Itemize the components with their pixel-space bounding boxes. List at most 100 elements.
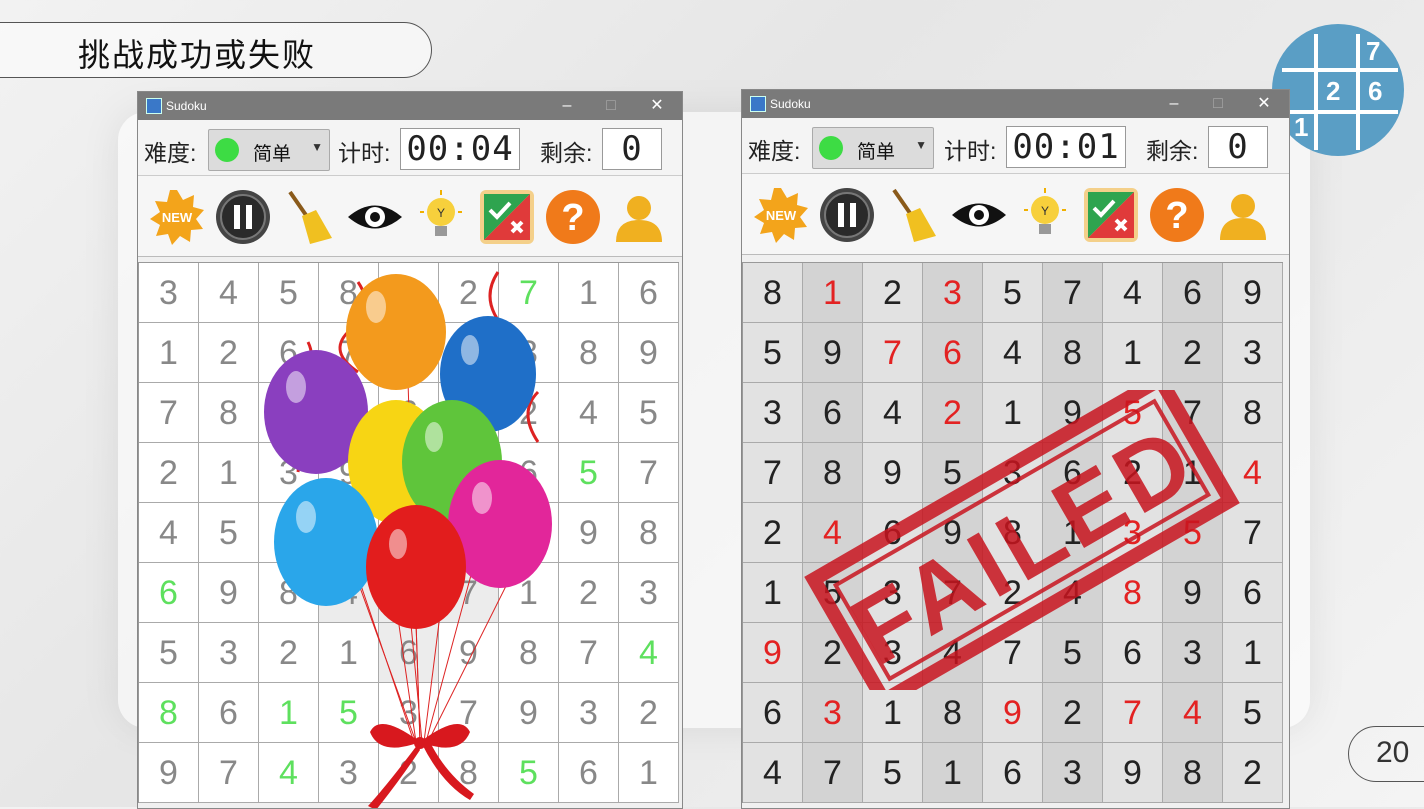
sudoku-cell[interactable]: 5 [983,263,1043,323]
sudoku-cell[interactable]: 5 [439,323,499,383]
sudoku-cell[interactable]: 2 [199,323,259,383]
title-bar[interactable]: Sudoku – □ ✕ [138,92,682,120]
sudoku-cell[interactable]: 9 [1103,743,1163,803]
sudoku-cell[interactable]: 4 [1103,263,1163,323]
pause-icon[interactable] [818,186,876,244]
lightbulb-hint-icon[interactable]: Y [412,188,470,246]
sudoku-cell[interactable]: 2 [499,383,559,443]
help-question-icon[interactable]: ? [1148,186,1206,244]
eye-icon[interactable] [346,188,404,246]
sudoku-cell[interactable]: 8 [319,263,379,323]
sudoku-cell[interactable]: 5 [379,563,439,623]
sudoku-cell[interactable]: 3 [983,443,1043,503]
sudoku-cell[interactable]: 5 [923,443,983,503]
minimize-button[interactable]: – [1159,93,1189,115]
sudoku-cell[interactable]: 3 [499,323,559,383]
check-cross-icon[interactable] [1082,186,1140,244]
sudoku-cell[interactable]: 3 [139,263,199,323]
sudoku-cell[interactable]: 2 [863,263,923,323]
sudoku-cell[interactable]: 6 [139,563,199,623]
eye-icon[interactable] [950,186,1008,244]
sudoku-cell[interactable]: 4 [1043,563,1103,623]
sudoku-cell[interactable]: 4 [983,323,1043,383]
sudoku-cell[interactable]: 1 [803,263,863,323]
sudoku-cell[interactable]: 2 [379,743,439,803]
sudoku-cell[interactable]: 5 [619,383,679,443]
sudoku-cell[interactable]: 1 [139,323,199,383]
sudoku-cell[interactable]: 4 [863,383,923,443]
sudoku-cell[interactable]: 9 [743,623,803,683]
sudoku-cell[interactable]: 5 [1103,383,1163,443]
sudoku-cell[interactable]: 8 [259,563,319,623]
sudoku-cell[interactable]: 3 [619,563,679,623]
sudoku-cell[interactable]: 9 [259,383,319,443]
sudoku-cell[interactable]: 2 [1223,743,1283,803]
sudoku-cell[interactable]: 8 [923,683,983,743]
sudoku-cell[interactable]: 6 [559,743,619,803]
sudoku-cell[interactable]: 9 [499,683,559,743]
sudoku-cell[interactable]: 9 [1043,383,1103,443]
sudoku-cell[interactable]: 1 [199,443,259,503]
sudoku-cell[interactable]: 6 [983,743,1043,803]
sudoku-cell[interactable]: 7 [803,743,863,803]
difficulty-select[interactable]: 简单 ▼ [208,129,330,171]
sudoku-cell[interactable]: 6 [863,503,923,563]
pause-icon[interactable] [214,188,272,246]
sudoku-cell[interactable]: 9 [863,443,923,503]
sudoku-cell[interactable]: 3 [923,263,983,323]
sudoku-cell[interactable]: 1 [259,683,319,743]
sudoku-cell[interactable]: 4 [803,503,863,563]
sudoku-cell[interactable]: 1 [559,263,619,323]
sudoku-cell[interactable]: 9 [1163,563,1223,623]
sudoku-cell[interactable]: 2 [983,563,1043,623]
sudoku-cell[interactable]: 3 [1043,743,1103,803]
sudoku-cell[interactable]: 2 [319,503,379,563]
sudoku-cell[interactable]: 6 [499,443,559,503]
sudoku-cell[interactable]: 6 [379,623,439,683]
sudoku-cell[interactable]: 1 [619,743,679,803]
close-button[interactable]: ✕ [1249,93,1279,115]
sudoku-cell[interactable]: 6 [743,683,803,743]
sudoku-cell[interactable]: 5 [803,563,863,623]
sudoku-cell[interactable]: 1 [1043,503,1103,563]
sudoku-cell[interactable]: 6 [1163,263,1223,323]
sudoku-cell[interactable]: 7 [559,623,619,683]
sudoku-cell[interactable]: 6 [199,683,259,743]
sudoku-cell[interactable]: 1 [743,563,803,623]
minimize-button[interactable]: – [552,95,582,117]
sudoku-cell[interactable]: 7 [319,323,379,383]
sudoku-cell[interactable]: 5 [319,683,379,743]
sudoku-cell[interactable]: 1 [983,383,1043,443]
sudoku-cell[interactable]: 5 [863,743,923,803]
sudoku-cell[interactable]: 9 [319,443,379,503]
sudoku-cell[interactable]: 4 [319,563,379,623]
sudoku-cell[interactable]: 8 [619,503,679,563]
sudoku-cell[interactable]: 9 [1223,263,1283,323]
sudoku-cell[interactable]: 3 [379,683,439,743]
sudoku-cell[interactable]: 7 [1103,683,1163,743]
sudoku-cell[interactable]: 6 [619,263,679,323]
sudoku-cell[interactable]: 7 [439,683,499,743]
sudoku-cell[interactable]: 5 [499,743,559,803]
sudoku-cell[interactable]: 2 [1163,323,1223,383]
sudoku-cell[interactable]: 2 [619,683,679,743]
sudoku-cell[interactable]: 3 [559,683,619,743]
help-question-icon[interactable]: ? [544,188,602,246]
sudoku-cell[interactable]: 7 [199,743,259,803]
sudoku-cell[interactable]: 4 [1223,443,1283,503]
sudoku-cell[interactable]: 4 [259,743,319,803]
sudoku-cell[interactable]: 7 [439,563,499,623]
sudoku-cell[interactable]: 9 [379,263,439,323]
maximize-button[interactable]: □ [596,95,626,117]
sudoku-cell[interactable]: 3 [319,743,379,803]
sudoku-cell[interactable]: 8 [1223,383,1283,443]
sudoku-cell[interactable]: 3 [863,563,923,623]
sudoku-cell[interactable]: 7 [983,623,1043,683]
sudoku-cell[interactable]: 1 [1163,443,1223,503]
sudoku-cell[interactable]: 7 [863,323,923,383]
sudoku-cell[interactable]: 2 [259,623,319,683]
user-icon[interactable] [1214,186,1272,244]
sudoku-cell[interactable]: 8 [803,443,863,503]
sudoku-cell[interactable]: 2 [743,503,803,563]
sudoku-cell[interactable]: 1 [499,563,559,623]
